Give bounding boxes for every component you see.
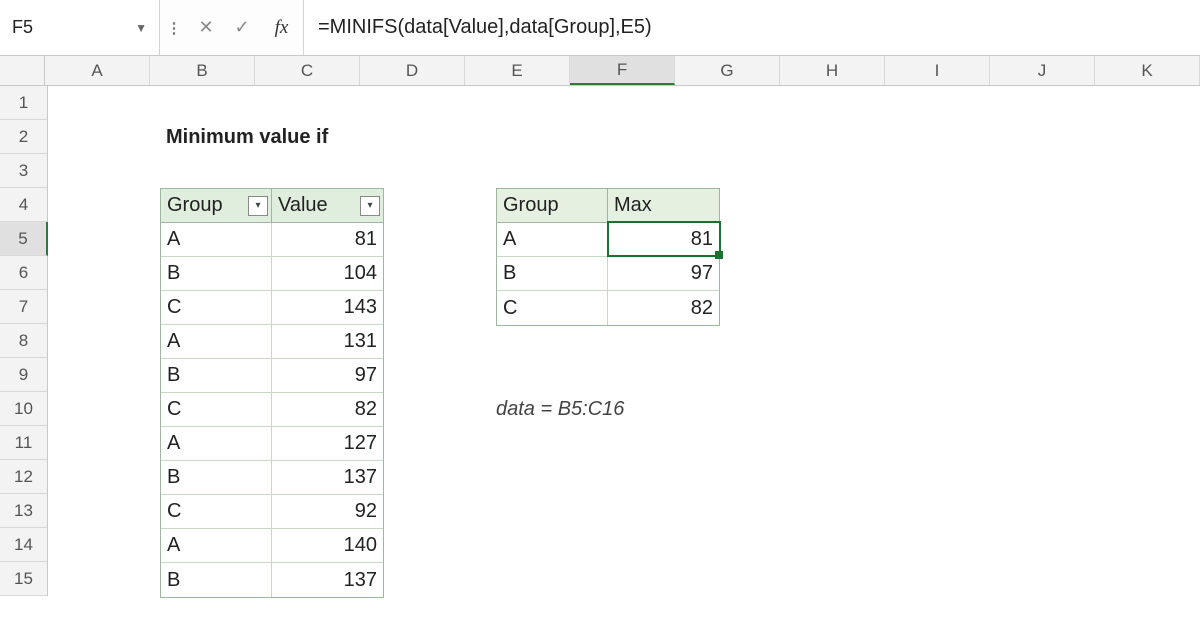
cell-group[interactable]: B <box>161 359 272 392</box>
column-header-F[interactable]: F <box>570 56 675 85</box>
cell-group[interactable]: A <box>161 325 272 358</box>
row-header-8[interactable]: 8 <box>0 324 47 358</box>
cell-group[interactable]: B <box>161 563 272 597</box>
enter-icon[interactable]: ✓ <box>224 0 260 55</box>
cell-value[interactable]: 82 <box>272 393 383 426</box>
row-header-9[interactable]: 9 <box>0 358 47 392</box>
column-header-I[interactable]: I <box>885 56 990 85</box>
cell-max[interactable]: 97 <box>608 257 719 290</box>
column-header-J[interactable]: J <box>990 56 1095 85</box>
cell-group[interactable]: C <box>161 393 272 426</box>
row-header-10[interactable]: 10 <box>0 392 47 426</box>
row-header-1[interactable]: 1 <box>0 86 47 120</box>
range-note: data = B5:C16 <box>496 398 624 421</box>
formula-text: =MINIFS(data[Value],data[Group],E5) <box>318 16 652 39</box>
column-headers: ABCDEFGHIJK <box>0 56 1200 86</box>
table-row: C82 <box>497 291 719 325</box>
cell-group[interactable]: C <box>161 291 272 324</box>
row-header-4[interactable]: 4 <box>0 188 47 222</box>
fx-icon[interactable]: fx <box>260 0 304 55</box>
cell-group[interactable]: C <box>497 291 608 325</box>
cell-group[interactable]: A <box>497 223 608 256</box>
column-header-B[interactable]: B <box>150 56 255 85</box>
table-row: A81 <box>497 223 719 257</box>
formula-input[interactable]: =MINIFS(data[Value],data[Group],E5) <box>304 0 1200 55</box>
cell-group[interactable]: A <box>161 529 272 562</box>
cell-value[interactable]: 104 <box>272 257 383 290</box>
separator-icon: ⋮ <box>160 0 188 55</box>
cell-max[interactable]: 81 <box>608 223 719 256</box>
column-header-D[interactable]: D <box>360 56 465 85</box>
table-row: A131 <box>161 325 383 359</box>
row-header-7[interactable]: 7 <box>0 290 47 324</box>
name-box-value: F5 <box>12 17 33 38</box>
cell-value[interactable]: 137 <box>272 461 383 494</box>
row-header-15[interactable]: 15 <box>0 562 47 596</box>
row-headers: 123456789101112131415 <box>0 86 48 596</box>
header-label: Value <box>278 194 328 217</box>
column-header-E[interactable]: E <box>465 56 570 85</box>
column-header-A[interactable]: A <box>45 56 150 85</box>
row-header-13[interactable]: 13 <box>0 494 47 528</box>
column-header-K[interactable]: K <box>1095 56 1200 85</box>
cell-value[interactable]: 137 <box>272 563 383 597</box>
row-header-2[interactable]: 2 <box>0 120 47 154</box>
cell-group[interactable]: A <box>161 223 272 256</box>
cell-group[interactable]: B <box>161 461 272 494</box>
column-header-G[interactable]: G <box>675 56 780 85</box>
data-table-header-value[interactable]: Value ▾ <box>272 189 383 222</box>
row-header-12[interactable]: 12 <box>0 460 47 494</box>
cell-group[interactable]: B <box>497 257 608 290</box>
table-row: B137 <box>161 563 383 597</box>
page-title: Minimum value if <box>160 120 460 154</box>
formula-bar: F5 ▼ ⋮ ✕ ✓ fx =MINIFS(data[Value],data[G… <box>0 0 1200 56</box>
cell-value[interactable]: 140 <box>272 529 383 562</box>
column-header-H[interactable]: H <box>780 56 885 85</box>
table-row: A81 <box>161 223 383 257</box>
table-row: B97 <box>497 257 719 291</box>
cell-group[interactable]: B <box>161 257 272 290</box>
cell-value[interactable]: 131 <box>272 325 383 358</box>
table-row: B137 <box>161 461 383 495</box>
spreadsheet-grid: ABCDEFGHIJK 123456789101112131415 Minimu… <box>0 56 1200 596</box>
row-header-14[interactable]: 14 <box>0 528 47 562</box>
row-header-11[interactable]: 11 <box>0 426 47 460</box>
table-row: A140 <box>161 529 383 563</box>
row-header-3[interactable]: 3 <box>0 154 47 188</box>
table-row: A127 <box>161 427 383 461</box>
cell-value[interactable]: 127 <box>272 427 383 460</box>
table-row: C92 <box>161 495 383 529</box>
summary-header-max: Max <box>608 189 719 222</box>
filter-icon[interactable]: ▾ <box>248 196 268 216</box>
summary-header-group: Group <box>497 189 608 222</box>
header-label: Group <box>167 194 223 217</box>
chevron-down-icon[interactable]: ▼ <box>135 21 147 35</box>
select-all-corner[interactable] <box>0 56 45 85</box>
cell-max[interactable]: 82 <box>608 291 719 325</box>
table-row: C82 <box>161 393 383 427</box>
cells-area[interactable]: Minimum value if Group ▾ Value ▾ A81B104… <box>48 86 1200 596</box>
cell-value[interactable]: 143 <box>272 291 383 324</box>
table-row: C143 <box>161 291 383 325</box>
table-row: B97 <box>161 359 383 393</box>
cell-group[interactable]: A <box>161 427 272 460</box>
cancel-icon[interactable]: ✕ <box>188 0 224 55</box>
name-box[interactable]: F5 ▼ <box>0 0 160 55</box>
cell-value[interactable]: 97 <box>272 359 383 392</box>
data-table-header-group[interactable]: Group ▾ <box>161 189 272 222</box>
summary-table: Group Max A81B97C82 <box>496 188 720 326</box>
column-header-C[interactable]: C <box>255 56 360 85</box>
row-header-6[interactable]: 6 <box>0 256 47 290</box>
cell-group[interactable]: C <box>161 495 272 528</box>
cell-value[interactable]: 92 <box>272 495 383 528</box>
filter-icon[interactable]: ▾ <box>360 196 380 216</box>
row-header-5[interactable]: 5 <box>0 222 48 256</box>
table-row: B104 <box>161 257 383 291</box>
data-table: Group ▾ Value ▾ A81B104C143A131B97C82A12… <box>160 188 384 598</box>
cell-value[interactable]: 81 <box>272 223 383 256</box>
